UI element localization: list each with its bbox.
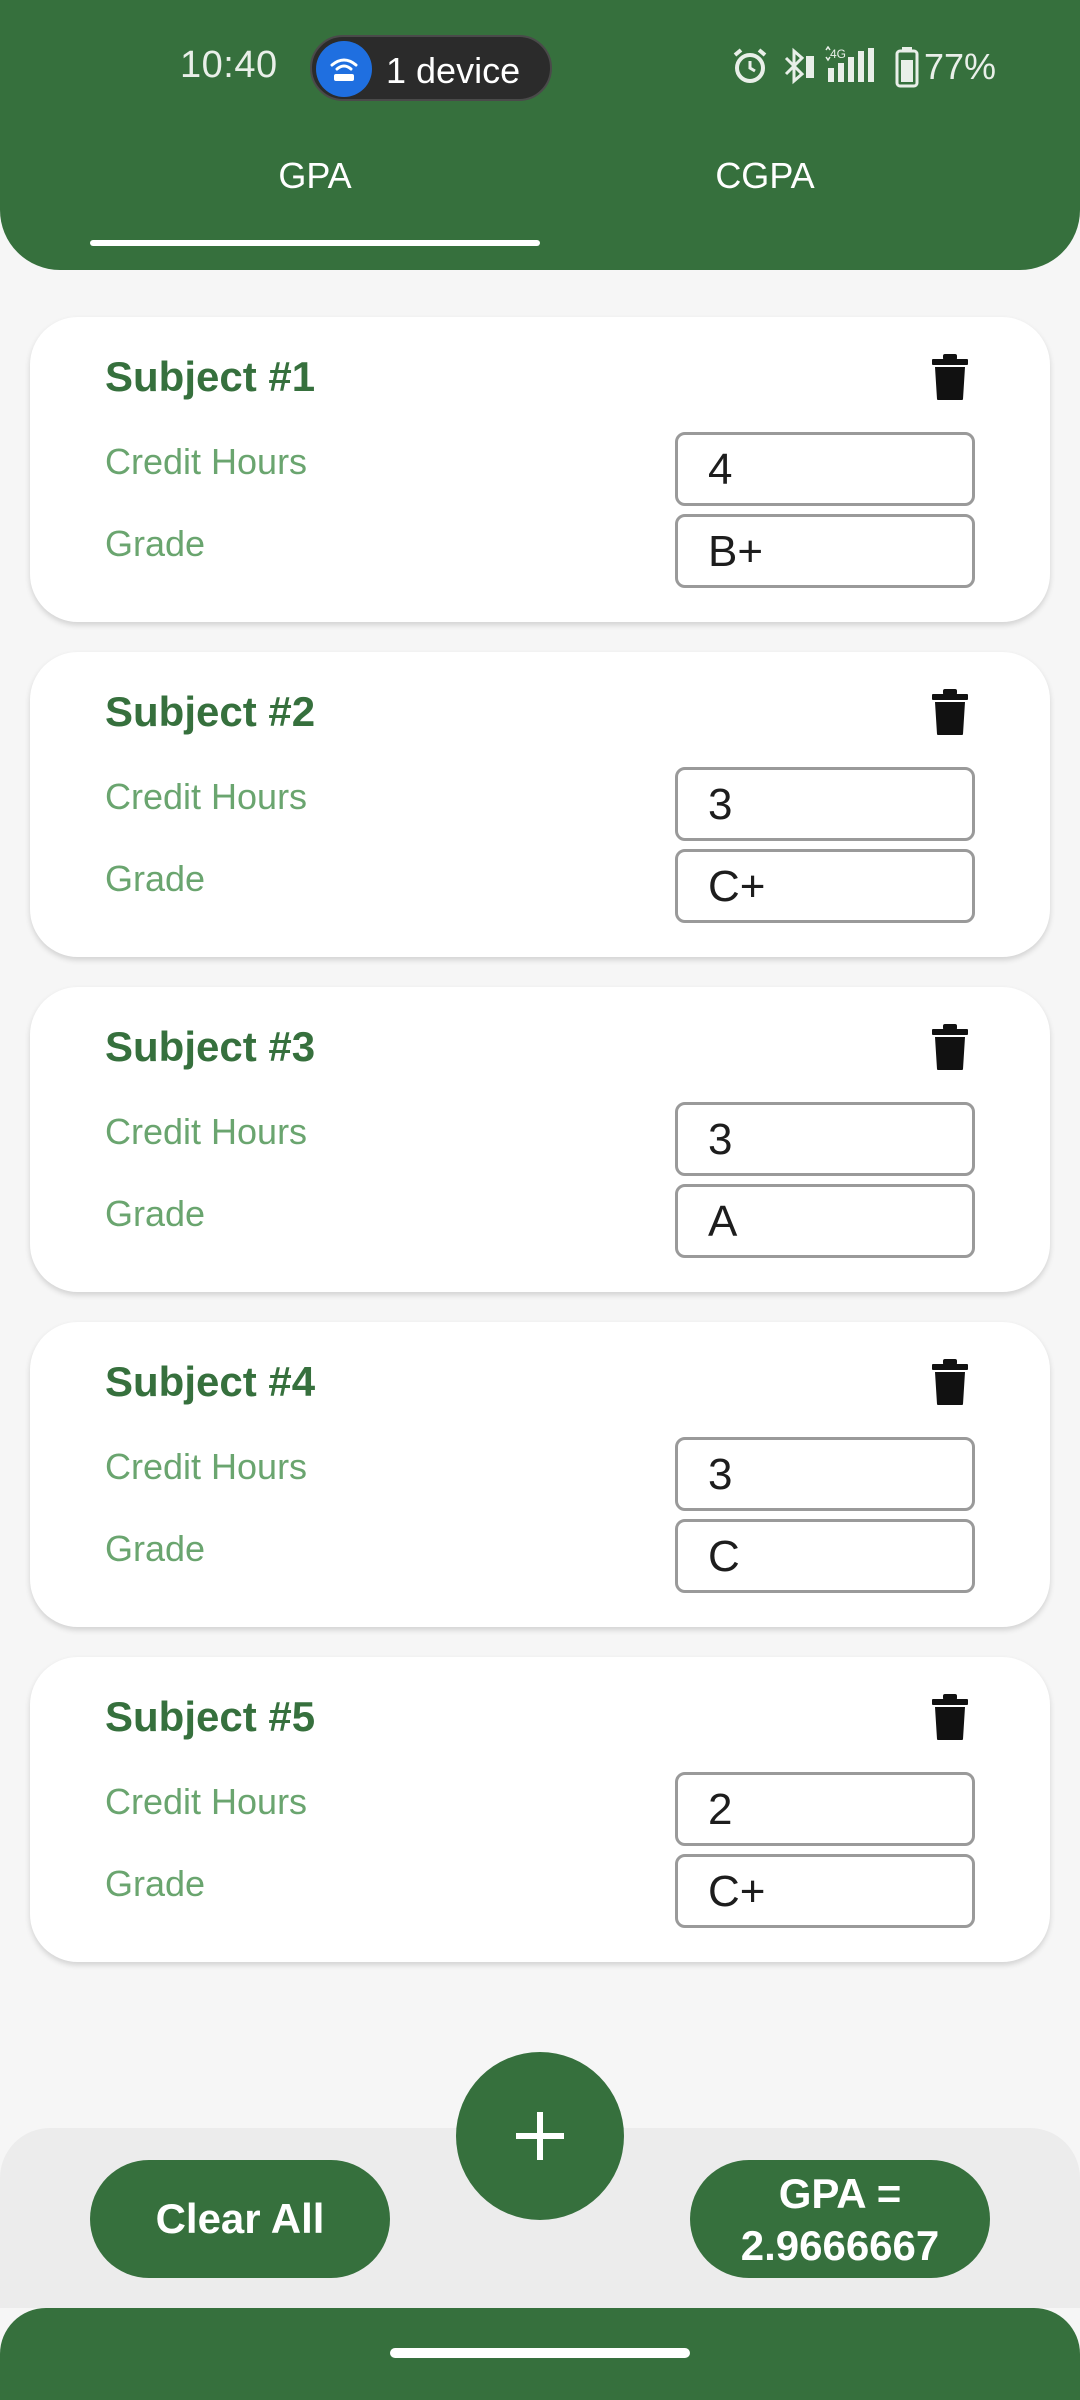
- grade-input[interactable]: C+: [675, 1854, 975, 1928]
- gpa-result: GPA = 2.9666667: [690, 2160, 990, 2278]
- grade-input[interactable]: C: [675, 1519, 975, 1593]
- tab-indicator: [90, 240, 540, 246]
- delete-icon[interactable]: [930, 1693, 970, 1741]
- grade-label: Grade: [105, 1863, 206, 1904]
- credit-hours-label: Credit Hours: [105, 441, 308, 482]
- battery-icon: [895, 47, 919, 88]
- delete-icon[interactable]: [930, 688, 970, 736]
- status-time: 10:40: [180, 44, 278, 86]
- subject-card: Subject #1 Credit Hours 4 Grade B+: [30, 317, 1050, 622]
- credit-hours-label: Credit Hours: [105, 776, 308, 817]
- credit-hours-input[interactable]: 4: [675, 432, 975, 506]
- subject-card: Subject #2 Credit Hours 3 Grade C+: [30, 652, 1050, 957]
- tab-gpa[interactable]: GPA: [90, 150, 540, 250]
- alarm-icon: [733, 48, 767, 83]
- svg-text:4G: 4G: [830, 47, 846, 61]
- grade-label: Grade: [105, 1193, 206, 1234]
- credit-hours-input[interactable]: 3: [675, 1102, 975, 1176]
- credit-hours-label: Credit Hours: [105, 1446, 308, 1487]
- home-indicator[interactable]: [390, 2348, 690, 2358]
- credit-hours-input[interactable]: 3: [675, 1437, 975, 1511]
- clear-all-button[interactable]: Clear All: [90, 2160, 390, 2278]
- grade-label: Grade: [105, 523, 206, 564]
- gpa-label: GPA =: [778, 2170, 902, 2217]
- subject-card: Subject #3 Credit Hours 3 Grade A: [30, 987, 1050, 1292]
- subject-card: Subject #4 Credit Hours 3 Grade C: [30, 1322, 1050, 1627]
- grade-input[interactable]: B+: [675, 514, 975, 588]
- hotspot-label: 1 device: [386, 50, 521, 91]
- status-bar: 10:40 1 device 4G 77%: [0, 0, 1080, 140]
- subject-title: Subject #2: [105, 688, 316, 735]
- subject-title: Subject #3: [105, 1023, 316, 1070]
- credit-hours-input[interactable]: 3: [675, 767, 975, 841]
- delete-icon[interactable]: [930, 1023, 970, 1071]
- battery-percentage: 77%: [924, 46, 997, 87]
- subject-title: Subject #5: [105, 1693, 316, 1740]
- grade-label: Grade: [105, 858, 206, 899]
- credit-hours-label: Credit Hours: [105, 1781, 308, 1822]
- navigation-bar: [0, 2308, 1080, 2400]
- grade-input[interactable]: C+: [675, 849, 975, 923]
- 4g-signal-icon: 4G: [825, 46, 874, 82]
- hotspot-icon: [316, 41, 372, 97]
- subject-card: Subject #5 Credit Hours 2 Grade C+: [30, 1657, 1050, 1962]
- grade-label: Grade: [105, 1528, 206, 1569]
- hotspot-chip[interactable]: 1 device: [310, 35, 552, 101]
- bluetooth-icon: [784, 47, 814, 85]
- tab-cgpa[interactable]: CGPA: [540, 150, 990, 250]
- delete-icon[interactable]: [930, 353, 970, 401]
- app-header: 10:40 1 device 4G 77% GPA CGPA: [0, 0, 1080, 270]
- credit-hours-label: Credit Hours: [105, 1111, 308, 1152]
- delete-icon[interactable]: [930, 1358, 970, 1406]
- subject-title: Subject #1: [105, 353, 316, 400]
- gpa-value: 2.9666667: [740, 2222, 940, 2269]
- subject-title: Subject #4: [105, 1358, 316, 1405]
- add-subject-button[interactable]: [456, 2052, 624, 2220]
- credit-hours-input[interactable]: 2: [675, 1772, 975, 1846]
- tab-bar: GPA CGPA: [0, 150, 1080, 250]
- grade-input[interactable]: A: [675, 1184, 975, 1258]
- plus-icon: [516, 2112, 564, 2160]
